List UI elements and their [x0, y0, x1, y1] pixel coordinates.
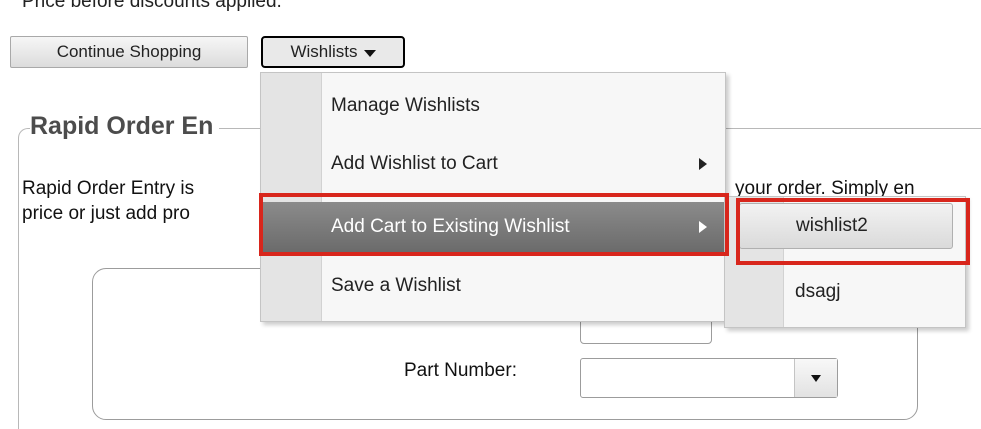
menu-item-label: Add Cart to Existing Wishlist [331, 216, 570, 237]
part-number-select[interactable] [580, 358, 838, 398]
continue-shopping-label: Continue Shopping [56, 42, 202, 61]
menu-item-add-wishlist-to-cart[interactable]: Add Wishlist to Cart [261, 139, 725, 189]
chevron-right-icon [699, 221, 707, 233]
menu-item-label: Add Wishlist to Cart [331, 153, 498, 174]
wishlists-dropdown-button[interactable]: Wishlists [261, 36, 405, 68]
existing-wishlists-submenu: wishlist2 dsagj [724, 196, 966, 328]
price-note: Price before discounts applied. [22, 0, 282, 12]
menu-item-add-cart-to-existing-wishlist[interactable]: Add Cart to Existing Wishlist [261, 202, 725, 252]
triangle-down-icon [811, 374, 821, 382]
submenu-item-label: wishlist2 [796, 215, 868, 236]
submenu-item-wishlist2[interactable]: wishlist2 [739, 203, 953, 249]
menu-item-save-a-wishlist[interactable]: Save a Wishlist [261, 261, 725, 311]
menu-item-label: Manage Wishlists [331, 95, 480, 116]
menu-item-label: Save a Wishlist [331, 275, 461, 296]
submenu-item-label: dsagj [795, 281, 841, 302]
select-arrow-button[interactable] [794, 359, 837, 397]
submenu-item-dsagj[interactable]: dsagj [739, 269, 953, 315]
continue-shopping-button[interactable]: Continue Shopping [10, 36, 248, 68]
chevron-right-icon [699, 158, 707, 170]
part-number-label: Part Number: [404, 360, 517, 381]
wishlists-label: Wishlists [290, 42, 358, 61]
rapid-order-title: Rapid Order En [30, 112, 220, 141]
caret-down-icon [363, 49, 376, 57]
menu-item-manage-wishlists[interactable]: Manage Wishlists [261, 81, 725, 131]
wishlists-menu: Manage Wishlists Add Wishlist to Cart Ad… [260, 72, 726, 322]
